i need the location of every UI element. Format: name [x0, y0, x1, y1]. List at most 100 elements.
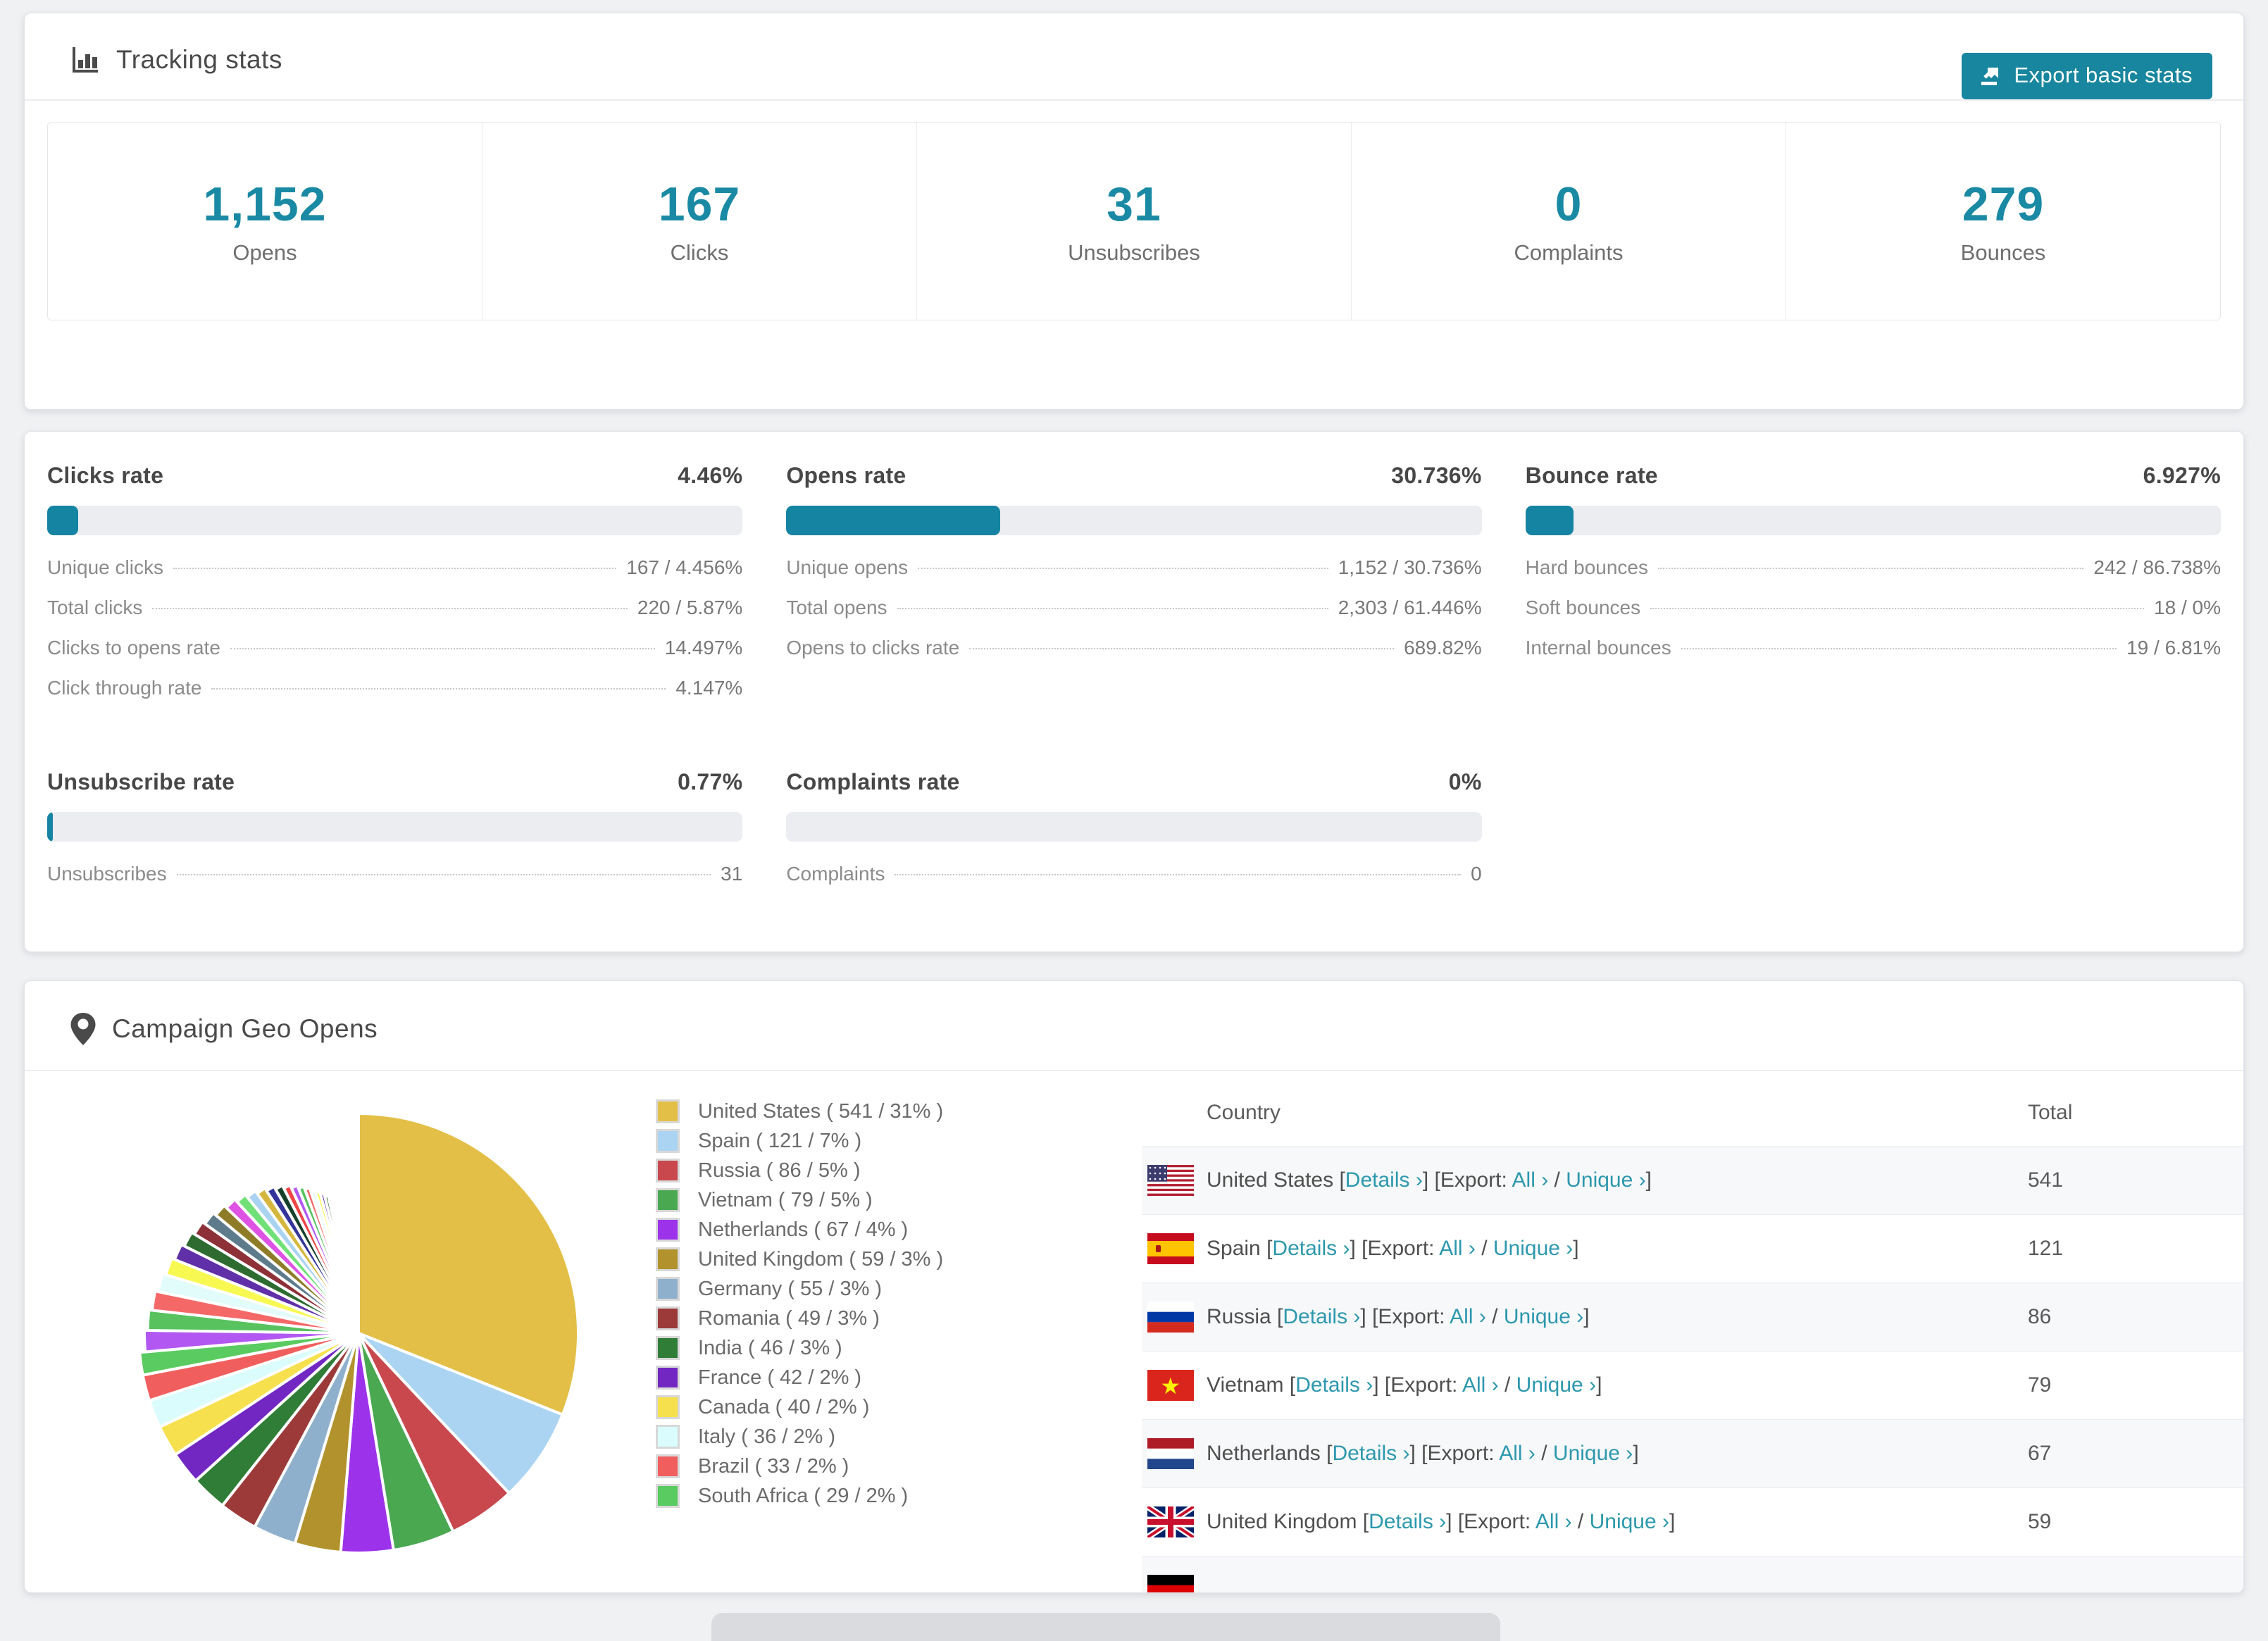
export-basic-stats-button[interactable]: Export basic stats [1962, 53, 2212, 99]
rate-detail-row: Complaints 0 [786, 863, 1481, 903]
export-all-link[interactable]: All › [1439, 1237, 1476, 1260]
geo-table-header: Country Total [1142, 1081, 2243, 1146]
country-name: Vietnam [1207, 1373, 1290, 1397]
geo-opens-pie-chart [112, 1087, 605, 1580]
rate-detail-row: Click through rate 4.147% [47, 677, 742, 717]
legend-color-swatch [656, 1218, 680, 1242]
export-unique-link[interactable]: Unique › [1504, 1305, 1583, 1328]
flag-nl-icon [1147, 1438, 1194, 1469]
legend-item-netherlands: Netherlands ( 67 / 4% ) [656, 1215, 1050, 1244]
bracket: ] [1596, 1373, 1602, 1397]
rate-detail-rows: Unique clicks 167 / 4.456% Total clicks 220… [47, 556, 742, 717]
rate-row-label: Total clicks [47, 597, 143, 618]
dotted-leader [230, 648, 655, 649]
export-unique-link[interactable]: Unique › [1516, 1373, 1596, 1397]
dotted-leader [969, 648, 1395, 649]
legend-item-united-kingdom: United Kingdom ( 59 / 3% ) [656, 1244, 1050, 1274]
stat-label: Unsubscribes [1068, 240, 1200, 265]
rate-row-label: Hard bounces [1525, 556, 1648, 578]
rate-row-value: 242 / 86.738% [2093, 556, 2221, 578]
export-all-link[interactable]: All › [1512, 1168, 1549, 1192]
legend-color-swatch [656, 1336, 680, 1360]
tracking-stats-title: Tracking stats [116, 45, 282, 74]
link-separator: / [1498, 1373, 1516, 1397]
bracket: ] [1645, 1168, 1652, 1192]
campaign-geo-opens-card: Campaign Geo Opens United States ( 541 /… [24, 980, 2244, 1593]
rate-block-header: Complaints rate 0% [786, 769, 1481, 795]
legend-item-canada: Canada ( 40 / 2% ) [656, 1392, 1050, 1422]
export-all-link[interactable]: All › [1535, 1510, 1572, 1533]
dotted-leader [1658, 568, 2084, 569]
export-all-link[interactable]: All › [1499, 1442, 1535, 1465]
legend-item-united-states: United States ( 541 / 31% ) [656, 1097, 1050, 1126]
legend-label: Russia ( 86 / 5% ) [698, 1159, 861, 1182]
rate-row-label: Unique clicks [47, 556, 163, 578]
legend-label: Brazil ( 33 / 2% ) [698, 1454, 849, 1478]
export-unique-link[interactable]: Unique › [1493, 1237, 1573, 1260]
legend-color-swatch [656, 1395, 680, 1419]
rate-detail-row: Unsubscribes 31 [47, 863, 742, 903]
rate-detail-rows: Unique opens 1,152 / 30.736% Total opens 2,… [786, 556, 1481, 677]
rate-row-value: 31 [721, 863, 743, 885]
total-cell: 121 [2028, 1237, 2064, 1260]
progress-bar [47, 506, 743, 535]
country-cell: Russia [Details ›] [Export: All › / Uniq… [1207, 1305, 2028, 1329]
dotted-leader [1681, 648, 2117, 649]
export-unique-link[interactable]: Unique › [1590, 1510, 1669, 1533]
country-name: Russia [1207, 1305, 1278, 1328]
dotted-leader [895, 874, 1462, 875]
link-separator: / [1571, 1510, 1590, 1533]
rate-row-value: 220 / 5.87% [637, 597, 743, 618]
legend-label: Vietnam ( 79 / 5% ) [698, 1188, 873, 1211]
legend-color-swatch [656, 1484, 680, 1508]
rate-row-label: Unsubscribes [47, 863, 167, 885]
legend-label: United Kingdom ( 59 / 3% ) [698, 1247, 944, 1271]
dotted-leader [176, 874, 711, 875]
rate-row-value: 19 / 6.81% [2126, 637, 2221, 659]
bracket: ] [1583, 1305, 1590, 1328]
stat-value: 31 [1107, 177, 1161, 231]
country-cell: Netherlands [Details ›] [Export: All › /… [1207, 1442, 2028, 1466]
dotted-leader [211, 688, 666, 690]
legend-item-india: India ( 46 / 3% ) [656, 1333, 1050, 1363]
country-name: United States [1207, 1168, 1340, 1192]
progress-bar-fill [47, 506, 79, 535]
details-link[interactable]: Details › [1332, 1442, 1409, 1465]
progress-bar [47, 812, 743, 842]
rate-row-value: 18 / 0% [2154, 597, 2221, 618]
details-link[interactable]: Details › [1345, 1168, 1423, 1192]
export-all-link[interactable]: All › [1462, 1373, 1499, 1397]
rate-title: Complaints rate [786, 769, 960, 794]
stat-label: Clicks [670, 240, 729, 265]
export-all-link[interactable]: All › [1450, 1305, 1486, 1328]
link-separator: / [1535, 1442, 1553, 1465]
dotted-leader [173, 568, 617, 569]
legend-item-vietnam: Vietnam ( 79 / 5% ) [656, 1185, 1050, 1215]
details-link[interactable]: Details › [1283, 1305, 1360, 1328]
legend-color-swatch [656, 1306, 680, 1330]
dotted-leader [918, 568, 1328, 569]
geo-table-row: Netherlands [Details ›] [Export: All › /… [1142, 1419, 2243, 1487]
details-link[interactable]: Details › [1295, 1373, 1373, 1397]
export-unique-link[interactable]: Unique › [1553, 1442, 1633, 1465]
rate-detail-row: Opens to clicks rate 689.82% [786, 637, 1481, 677]
legend-item-brazil: Brazil ( 33 / 2% ) [656, 1452, 1050, 1481]
legend-color-swatch [656, 1425, 680, 1449]
details-link[interactable]: Details › [1272, 1237, 1350, 1260]
geo-content-row: United States ( 541 / 31% ) Spain ( 121 /… [25, 1071, 2243, 1592]
rates-card: Clicks rate 4.46% Unique clicks 167 / 4.456… [24, 431, 2244, 952]
legend-color-swatch [656, 1188, 680, 1212]
tracking-stats-header: Tracking stats Export basic stats [25, 13, 2243, 101]
legend-color-swatch [656, 1277, 680, 1301]
details-link[interactable]: Details › [1369, 1510, 1446, 1533]
stat-value: 0 [1554, 177, 1583, 231]
pie-chart-svg [138, 1112, 580, 1555]
bracket: ] [Export: [1350, 1237, 1440, 1260]
rate-row-label: Complaints [786, 863, 885, 885]
link-separator: / [1475, 1237, 1493, 1260]
legend-label: India ( 46 / 3% ) [698, 1336, 842, 1359]
country-cell: United States [Details ›] [Export: All ›… [1207, 1168, 2028, 1192]
legend-color-swatch [656, 1247, 680, 1271]
flag-gb-icon [1147, 1506, 1194, 1537]
export-unique-link[interactable]: Unique › [1566, 1168, 1645, 1192]
